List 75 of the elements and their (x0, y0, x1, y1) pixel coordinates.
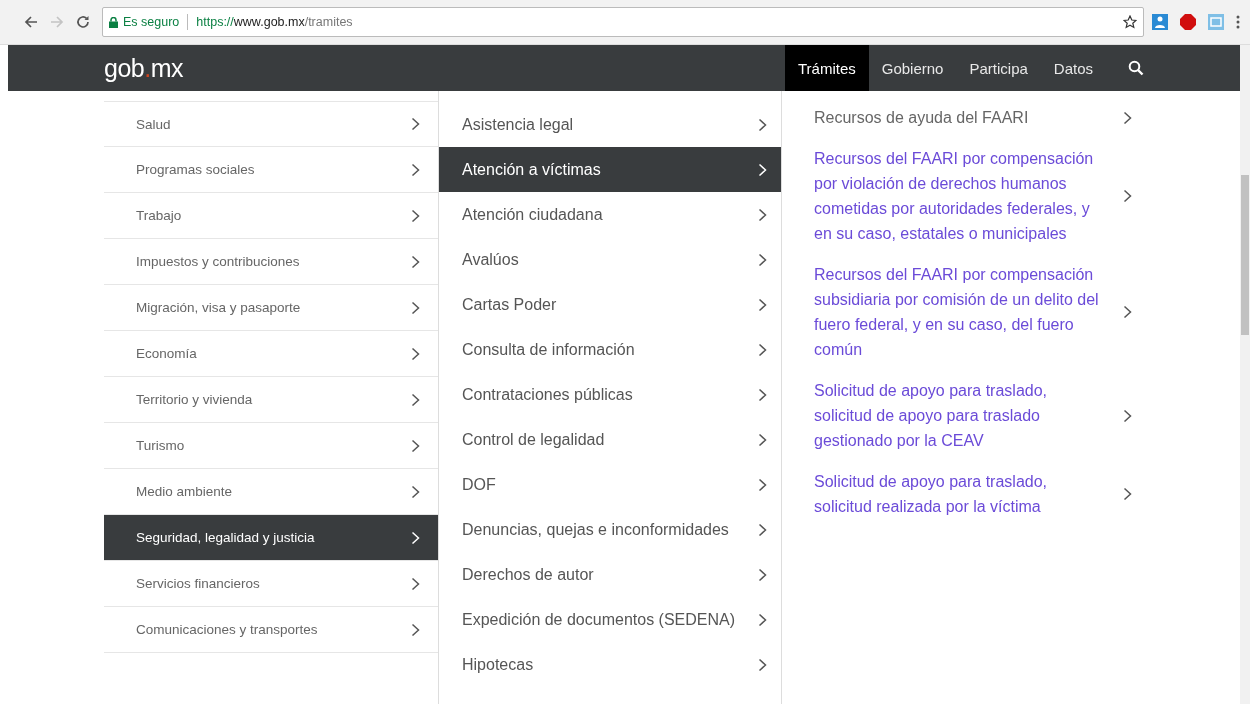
procedure-link[interactable]: Recursos del FAARI por compensación subsidiaria por comisión de un delito del fuero federal, y en su caso, del fuero común (814, 262, 1132, 362)
chevron-right-icon (411, 438, 420, 453)
chevron-right-icon (411, 530, 420, 545)
lock-icon (109, 16, 118, 28)
menu-icon[interactable] (1236, 15, 1240, 29)
category-item[interactable]: Comunicaciones y transportes (104, 607, 438, 653)
chevron-right-icon (411, 484, 420, 499)
category-item[interactable]: Turismo (104, 423, 438, 469)
chevron-right-icon (758, 252, 767, 267)
category-item[interactable]: Economía (104, 331, 438, 377)
nav-tab[interactable]: Trámites (784, 45, 869, 91)
category-item[interactable]: Programas sociales (104, 147, 438, 193)
category-item[interactable]: Salud (104, 101, 438, 147)
subcategory-item[interactable]: Hipotecas (439, 642, 781, 687)
subcategory-item[interactable]: Asistencia legal (439, 102, 781, 147)
category-item[interactable]: Territorio y vivienda (104, 377, 438, 423)
chevron-right-icon (411, 576, 420, 591)
chevron-right-icon (758, 567, 767, 582)
chevron-right-icon (758, 657, 767, 672)
star-icon[interactable] (1123, 15, 1137, 29)
chevron-right-icon (758, 207, 767, 222)
chevron-right-icon (411, 208, 420, 223)
chevron-right-icon (758, 297, 767, 312)
chevron-right-icon (411, 346, 420, 361)
subcategory-item[interactable]: DOF (439, 462, 781, 507)
nav-tab[interactable]: Gobierno (868, 45, 957, 91)
site-logo[interactable]: gob.mx (104, 53, 183, 83)
back-icon[interactable] (24, 15, 38, 29)
chevron-right-icon (411, 622, 420, 637)
url-text: https://www.gob.mx/tramites (196, 15, 353, 29)
category-item[interactable]: Servicios financieros (104, 561, 438, 607)
chevron-right-icon (1123, 110, 1132, 125)
chevron-right-icon (1123, 487, 1132, 501)
chevron-right-icon (1123, 305, 1132, 319)
chevron-right-icon (411, 254, 420, 269)
security-label: Es seguro (123, 15, 180, 29)
subcategory-item[interactable]: Denuncias, quejas e inconformidades (439, 507, 781, 552)
nav-tab[interactable]: Datos (1040, 45, 1106, 91)
chevron-right-icon (411, 117, 420, 131)
subcategory-item[interactable]: Avalúos (439, 237, 781, 282)
chevron-right-icon (758, 612, 767, 627)
search-icon[interactable] (1128, 60, 1144, 76)
chevron-right-icon (411, 392, 420, 407)
chevron-right-icon (758, 432, 767, 447)
category-item[interactable]: Impuestos y contribuciones (104, 239, 438, 285)
subcategory-item[interactable]: Control de legalidad (439, 417, 781, 462)
chevron-right-icon (411, 300, 420, 315)
chevron-right-icon (1123, 408, 1132, 423)
subcategory-item[interactable]: Contrataciones públicas (439, 372, 781, 417)
chevron-right-icon (758, 117, 767, 132)
subcategory-item[interactable]: Derechos de autor (439, 552, 781, 597)
procedure-link[interactable]: Solicitud de apoyo para traslado, solicitud de apoyo para traslado gestionado por la CEAV (814, 378, 1132, 453)
chevron-right-icon (411, 162, 420, 177)
chevron-right-icon (758, 387, 767, 402)
nav-tab[interactable]: Participa (956, 45, 1041, 91)
subcategory-item[interactable]: Atención a víctimas (439, 147, 781, 192)
procedure-link[interactable]: Solicitud de apoyo para traslado, solicitud realizada por la víctima (814, 469, 1132, 519)
procedure-link[interactable]: Recursos de ayuda del FAARI (814, 105, 1132, 130)
category-item[interactable]: Migración, visa y pasaporte (104, 285, 438, 331)
stop-sign-icon[interactable] (1180, 14, 1196, 30)
chevron-right-icon (758, 522, 767, 537)
category-item[interactable]: Trabajo (104, 193, 438, 239)
chevron-right-icon (758, 162, 767, 177)
reload-icon[interactable] (76, 15, 90, 29)
subcategory-item[interactable]: Cartas Poder (439, 282, 781, 327)
address-bar[interactable]: Es seguro https://www.gob.mx/tramites (102, 7, 1144, 37)
chevron-right-icon (1123, 189, 1132, 203)
person-icon[interactable] (1152, 14, 1168, 30)
subcategory-item[interactable]: Consulta de información (439, 327, 781, 372)
chevron-right-icon (758, 477, 767, 492)
subcategory-item[interactable]: Expedición de documentos (SEDENA) (439, 597, 781, 642)
procedure-link[interactable]: Recursos del FAARI por compensación por violación de derechos humanos cometidas por autoridades federales, y en su caso, estatales o municipales (814, 146, 1132, 246)
subcategory-item[interactable]: Atención ciudadana (439, 192, 781, 237)
category-item[interactable]: Seguridad, legalidad y justicia (104, 515, 438, 561)
chevron-right-icon (758, 342, 767, 357)
